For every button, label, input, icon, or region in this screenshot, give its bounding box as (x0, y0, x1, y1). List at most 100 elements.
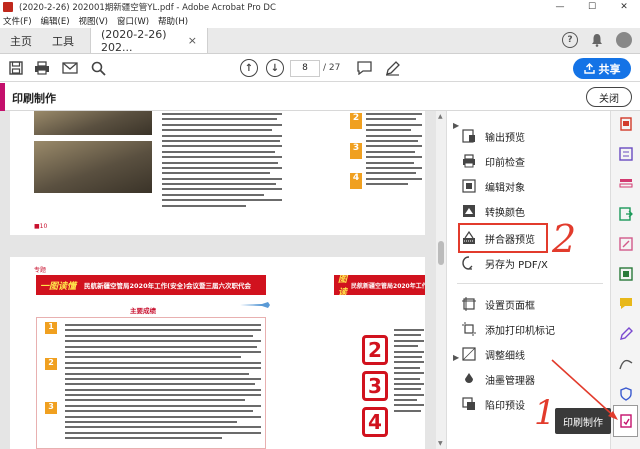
comment-rail-icon[interactable] (619, 297, 633, 311)
tool-tooltip: 印刷制作 (555, 408, 611, 434)
next-page-button[interactable]: ↓ (266, 59, 284, 77)
minimize-button[interactable]: — (544, 0, 576, 14)
tool-trap-presets[interactable]: 陷印预设 (461, 394, 525, 414)
save-icon[interactable] (8, 60, 24, 76)
tool-accent-bar (0, 83, 5, 111)
organize-icon[interactable] (619, 267, 633, 281)
help-icon[interactable]: ? (562, 32, 578, 48)
collapse-panel-icon-lower[interactable]: ▶ (453, 353, 459, 362)
scroll-down-icon[interactable]: ▼ (438, 440, 443, 447)
article-text (162, 113, 282, 210)
share-label: 共享 (598, 62, 621, 76)
tool-save-as-pdfx[interactable]: 另存为 PDF/X (461, 253, 548, 273)
print-icon[interactable] (34, 60, 50, 76)
create-pdf-icon[interactable] (619, 117, 633, 131)
tab-document[interactable]: (2020-2-26) 202... × (90, 27, 208, 54)
fix-hairlines-icon (461, 346, 477, 362)
big-numbers: 2 3 4 (362, 335, 388, 437)
combine-files-icon[interactable] (619, 147, 633, 161)
right-column-numbers: 2 3 4 (350, 113, 362, 189)
tool-set-page-boxes[interactable]: 设置页面框 (461, 294, 535, 314)
right-box-text (394, 329, 424, 415)
airplane-icon (240, 301, 270, 309)
flattener-highlight-box (458, 223, 548, 253)
scroll-thumb[interactable] (438, 241, 444, 265)
ink-manager-icon (461, 371, 477, 387)
acrobat-app-icon (3, 2, 13, 12)
close-window-button[interactable]: ✕ (608, 0, 640, 14)
achievement-box: 1 2 3 (36, 317, 266, 449)
print-production-title: 印刷制作 (12, 92, 56, 105)
tool-ink-manager[interactable]: 油墨管理器 (461, 369, 535, 389)
draw-pen-icon[interactable] (384, 60, 400, 76)
page-corner-label: 专题 (34, 267, 47, 274)
tool-add-printer-marks[interactable]: 添加打印机标记 (461, 319, 555, 339)
avatar[interactable] (616, 32, 632, 48)
tool-preflight[interactable]: 印前检查 (461, 151, 525, 171)
title-bar: (2020-2-26) 202001期新疆空管YL.pdf - Adobe Ac… (0, 0, 640, 14)
export-pdf-icon[interactable] (619, 207, 633, 221)
window-title: (2020-2-26) 202001期新疆空管YL.pdf - Adobe Ac… (19, 3, 276, 13)
save-as-pdfx-icon (461, 255, 477, 271)
right-column-text (366, 113, 422, 188)
photo-1 (34, 111, 152, 135)
tool-fix-hairlines[interactable]: 调整细线 (461, 344, 525, 364)
edit-pdf-icon[interactable] (619, 237, 633, 251)
edit-object-icon (461, 178, 477, 194)
tool-convert-colors[interactable]: 转换颜色 (461, 201, 525, 221)
menu-window[interactable]: 窗口(W) (117, 15, 149, 27)
collapse-panel-icon[interactable]: ▶ (453, 121, 459, 130)
print-production-bar: 印刷制作 关闭 (0, 83, 640, 111)
bell-icon[interactable] (590, 32, 604, 48)
tool-output-preview[interactable]: 输出预览 (461, 126, 525, 146)
document-view[interactable]: 2 3 4 ■10 专题 一图读懂 民航新疆空管局2020年工作(安全)会议暨三… (0, 111, 436, 449)
previous-page-button[interactable]: ↑ (240, 59, 258, 77)
tool-edit-object[interactable]: 编辑对象 (461, 176, 525, 196)
tab-bar: 主页 工具 (2020-2-26) 202... × ? (0, 28, 640, 54)
print-production-rail-button[interactable] (613, 405, 638, 437)
search-icon[interactable] (90, 60, 106, 76)
page-banner-left: 一图读懂 民航新疆空管局2020年工作(安全)会议暨三届六次职代会 (36, 275, 266, 295)
page-number-label: ■10 (34, 223, 48, 230)
comment-icon[interactable] (356, 60, 372, 76)
account-icons: ? (562, 32, 632, 48)
menu-edit[interactable]: 编辑(E) (41, 15, 70, 27)
fill-sign-icon[interactable] (619, 327, 633, 341)
tab-tools[interactable]: 工具 (42, 28, 84, 53)
pdf-page-top: 2 3 4 ■10 (10, 111, 425, 235)
window-controls: — ☐ ✕ (544, 0, 640, 14)
tab-home[interactable]: 主页 (0, 28, 42, 53)
scroll-up-icon[interactable]: ▲ (438, 113, 443, 120)
close-tab-icon[interactable]: × (188, 34, 197, 47)
menu-file[interactable]: 文件(F) (3, 15, 32, 27)
menu-bar: 文件(F) 编辑(E) 视图(V) 窗口(W) 帮助(H) (0, 14, 640, 28)
set-page-boxes-icon (461, 296, 477, 312)
maximize-button[interactable]: ☐ (576, 0, 608, 14)
email-icon[interactable] (62, 60, 78, 76)
photo-2 (34, 141, 152, 193)
page-number-input[interactable]: 8 (290, 60, 320, 77)
share-upload-icon (583, 63, 595, 74)
toolbar: ↑ ↓ 8 / 27 共享 (0, 54, 640, 82)
print-production-icon (620, 414, 632, 428)
menu-help[interactable]: 帮助(H) (158, 15, 188, 27)
document-tab-label: (2020-2-26) 202... (101, 27, 167, 54)
close-tool-button[interactable]: 关闭 (586, 87, 632, 107)
section-subheading: 主要成绩 (130, 307, 156, 315)
menu-view[interactable]: 视图(V) (79, 15, 108, 27)
document-scrollbar[interactable]: ▲ ▼ (436, 111, 446, 449)
organize-pages-icon[interactable] (619, 177, 633, 191)
page-banner-right: 一图读懂 民航新疆空管局2020年工作(安全)会议 (334, 275, 425, 295)
protect-icon[interactable] (619, 387, 633, 401)
pdf-page-bottom: 专题 一图读懂 民航新疆空管局2020年工作(安全)会议暨三届六次职代会 一图读… (10, 257, 425, 449)
tools-rail (610, 111, 640, 449)
trap-presets-icon (461, 396, 477, 412)
add-printer-marks-icon (461, 321, 477, 337)
send-for-signature-icon[interactable] (619, 357, 633, 371)
print-production-tools-panel: ▶ ▶ 输出预览 印前检查 编辑对象 转换颜色 拼合器预览 另存为 PDF/X … (446, 111, 610, 449)
page-total: / 27 (323, 63, 341, 73)
share-button[interactable]: 共享 (573, 58, 631, 79)
panel-divider (457, 283, 603, 284)
preflight-icon (461, 153, 477, 169)
convert-colors-icon (461, 203, 477, 219)
